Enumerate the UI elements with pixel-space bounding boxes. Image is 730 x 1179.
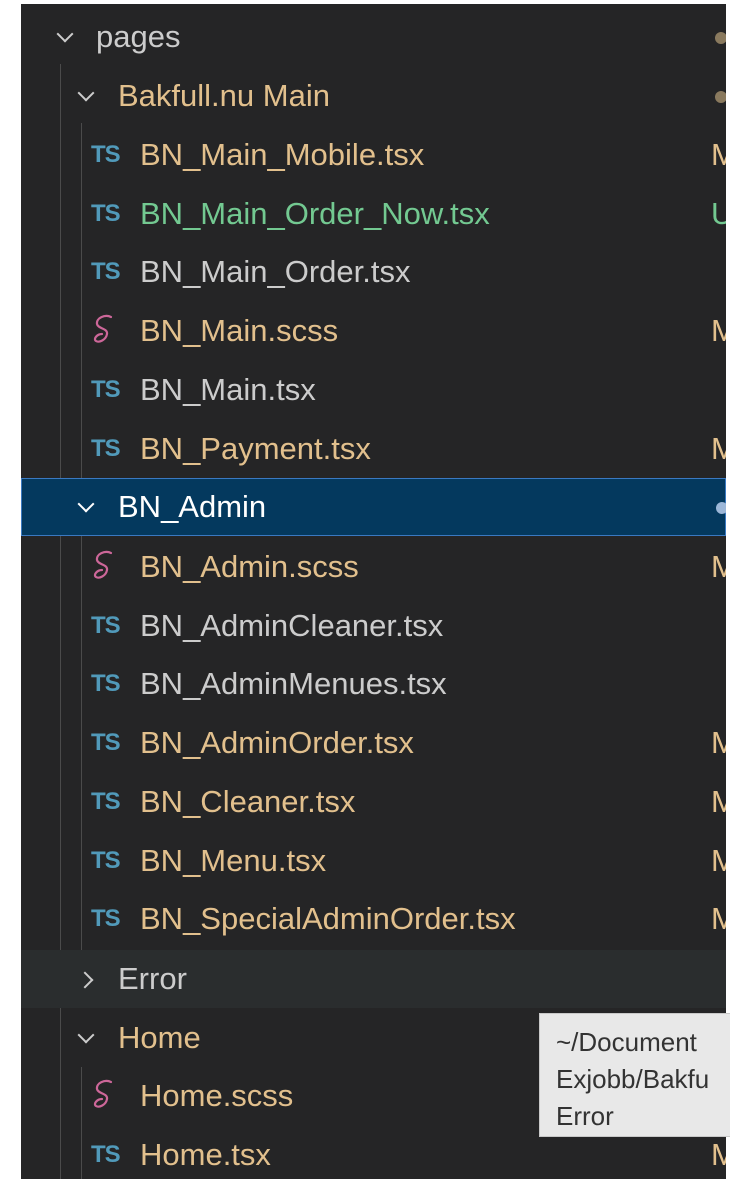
file-row[interactable]: TS BN_Main_Mobile.tsx M	[21, 126, 726, 184]
git-status-badge: M	[711, 137, 726, 172]
folder-row-bn-admin[interactable]: BN_Admin	[21, 478, 726, 536]
folder-label: Home	[118, 1020, 201, 1055]
file-label: BN_Main.scss	[140, 313, 339, 349]
git-status-badge: M	[711, 430, 726, 466]
file-row[interactable]: TS BN_AdminOrder.tsx M	[21, 714, 726, 772]
file-label: BN_Main_Order.tsx	[140, 254, 411, 290]
folder-label: Bakfull.nu Main	[118, 78, 330, 113]
typescript-icon: TS	[91, 787, 121, 815]
file-label: BN_Main_Mobile.tsx	[140, 137, 425, 172]
file-row[interactable]: BN_Admin.scss M	[21, 538, 726, 596]
typescript-icon: TS	[91, 670, 121, 698]
file-label: BN_Payment.tsx	[140, 430, 371, 466]
file-label: BN_AdminMenues.tsx	[140, 666, 447, 702]
tooltip-line: ~/Document	[556, 1027, 697, 1057]
typescript-icon: TS	[91, 611, 121, 639]
file-row[interactable]: TS BN_Cleaner.tsx M	[21, 773, 726, 831]
tooltip-line: Error	[556, 1101, 614, 1131]
chevron-down-icon	[56, 25, 74, 43]
typescript-icon: TS	[91, 375, 121, 403]
sass-icon	[93, 550, 113, 579]
git-status-badge: M	[711, 725, 726, 761]
typescript-icon: TS	[91, 905, 121, 933]
git-status-badge: M	[711, 549, 726, 584]
chevron-down-icon	[77, 495, 95, 513]
git-status-badge: M	[711, 313, 726, 349]
git-status-badge: M	[711, 842, 726, 878]
file-row[interactable]: TS BN_AdminCleaner.tsx	[21, 597, 726, 655]
file-label: BN_Main.tsx	[140, 371, 316, 407]
chevron-right-icon	[76, 971, 94, 989]
file-label: BN_AdminOrder.tsx	[140, 725, 414, 761]
file-explorer-tree: pages Bakfull.nu Main TS BN_Main_Mobile.t…	[21, 4, 726, 1179]
typescript-icon: TS	[91, 846, 121, 874]
git-status-badge: M	[711, 901, 726, 937]
chevron-down-icon	[77, 84, 95, 102]
git-status-badge: U	[711, 195, 726, 231]
file-label: BN_Cleaner.tsx	[140, 783, 356, 819]
file-row[interactable]: TS BN_Main.tsx	[21, 361, 726, 419]
sass-icon	[93, 314, 113, 343]
chevron-down-icon	[77, 1026, 95, 1044]
file-row[interactable]: TS BN_Main_Order.tsx	[21, 243, 726, 301]
modified-dot-icon	[716, 502, 726, 514]
file-row[interactable]: BN_Main.scss M	[21, 302, 726, 360]
git-status-badge: M	[711, 783, 726, 819]
folder-row-error[interactable]: Error	[21, 950, 726, 1008]
file-label: BN_Main_Order_Now.tsx	[140, 195, 490, 231]
file-row[interactable]: TS BN_SpecialAdminOrder.tsx M	[21, 890, 726, 948]
tooltip-line: Exjobb/Bakfu	[556, 1064, 710, 1094]
git-status-badge: M	[711, 1136, 726, 1172]
typescript-icon: TS	[91, 141, 121, 168]
modified-dot-icon	[715, 91, 726, 103]
file-label: BN_SpecialAdminOrder.tsx	[140, 901, 516, 937]
typescript-icon: TS	[91, 258, 121, 286]
path-tooltip: ~/Document Exjobb/Bakfu Error	[539, 1013, 730, 1137]
file-label: BN_Admin.scss	[140, 549, 359, 584]
file-label: BN_AdminCleaner.tsx	[140, 607, 444, 643]
file-row[interactable]: TS BN_AdminMenues.tsx	[21, 655, 726, 713]
folder-label: BN_Admin	[118, 489, 267, 524]
file-row[interactable]: TS BN_Main_Order_Now.tsx U	[21, 185, 726, 243]
file-row[interactable]: TS BN_Payment.tsx M	[21, 420, 726, 478]
typescript-icon: TS	[91, 199, 121, 227]
typescript-icon: TS	[91, 729, 121, 757]
folder-row-pages[interactable]: pages	[21, 8, 726, 66]
folder-row-bakfull-main[interactable]: Bakfull.nu Main	[21, 67, 726, 125]
file-label: BN_Menu.tsx	[140, 842, 327, 878]
folder-label: pages	[96, 19, 181, 54]
file-label: Home.scss	[140, 1078, 294, 1113]
typescript-icon: TS	[91, 434, 121, 462]
modified-dot-icon	[715, 32, 726, 44]
sass-icon	[93, 1079, 113, 1108]
file-row[interactable]: TS BN_Menu.tsx M	[21, 832, 726, 890]
typescript-icon: TS	[91, 1140, 121, 1168]
folder-label: Error	[118, 961, 187, 996]
file-label: Home.tsx	[140, 1136, 271, 1172]
